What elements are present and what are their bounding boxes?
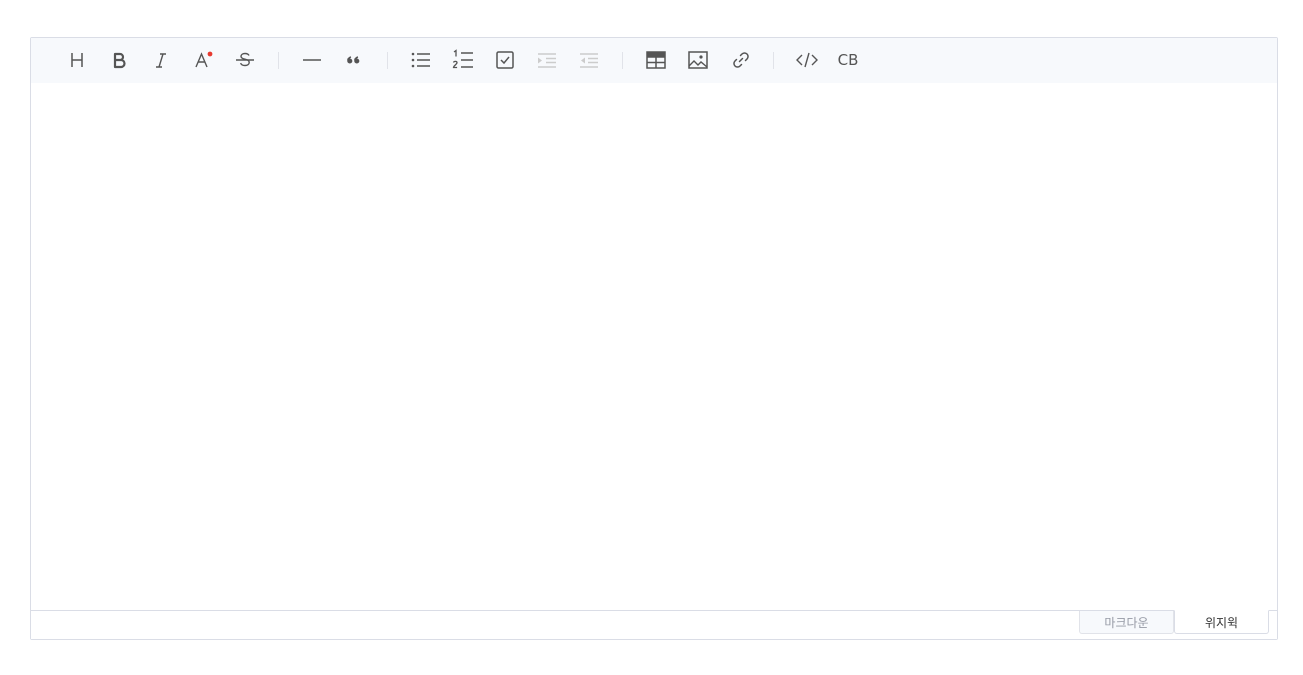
indent-icon <box>537 51 557 69</box>
outdent-icon <box>579 51 599 69</box>
toolbar-divider <box>278 52 279 69</box>
horizontal-rule-icon <box>302 51 322 69</box>
blockquote-button[interactable] <box>341 47 367 73</box>
heading-button[interactable] <box>64 47 90 73</box>
italic-button[interactable] <box>148 47 174 73</box>
text-color-icon <box>194 51 214 69</box>
task-checkbox-icon <box>496 51 514 69</box>
link-icon <box>731 50 751 70</box>
toolbar-divider <box>622 52 623 69</box>
link-button[interactable] <box>728 47 754 73</box>
editor: CB 마크다운 위지윅 <box>30 37 1278 640</box>
outdent-button[interactable] <box>576 47 602 73</box>
italic-icon <box>152 51 170 69</box>
code-block-label: CB <box>837 51 859 69</box>
toolbar-divider <box>387 52 388 69</box>
table-icon <box>646 51 666 69</box>
heading-icon <box>68 51 86 69</box>
code-button[interactable] <box>794 47 820 73</box>
image-button[interactable] <box>685 47 711 73</box>
ordered-list-button[interactable] <box>450 47 476 73</box>
indent-button[interactable] <box>534 47 560 73</box>
table-button[interactable] <box>643 47 669 73</box>
mode-switch: 마크다운 위지윅 <box>31 610 1277 639</box>
bold-button[interactable] <box>106 47 132 73</box>
horizontal-rule-button[interactable] <box>299 47 325 73</box>
ordered-list-icon <box>452 49 474 71</box>
task-button[interactable] <box>492 47 518 73</box>
strikethrough-icon <box>235 51 255 69</box>
bold-icon <box>110 51 128 69</box>
bullet-list-button[interactable] <box>408 47 434 73</box>
strikethrough-button[interactable] <box>232 47 258 73</box>
wysiwyg-tab[interactable]: 위지윅 <box>1174 610 1269 634</box>
bullet-list-icon <box>411 51 431 69</box>
code-block-button[interactable]: CB <box>835 47 861 73</box>
markdown-tab[interactable]: 마크다운 <box>1079 611 1174 634</box>
blockquote-icon <box>345 51 363 69</box>
toolbar: CB <box>31 38 1277 84</box>
image-icon <box>688 51 708 69</box>
toolbar-divider <box>773 52 774 69</box>
code-icon <box>795 51 819 69</box>
text-color-button[interactable] <box>191 47 217 73</box>
editor-content[interactable] <box>31 83 1277 611</box>
